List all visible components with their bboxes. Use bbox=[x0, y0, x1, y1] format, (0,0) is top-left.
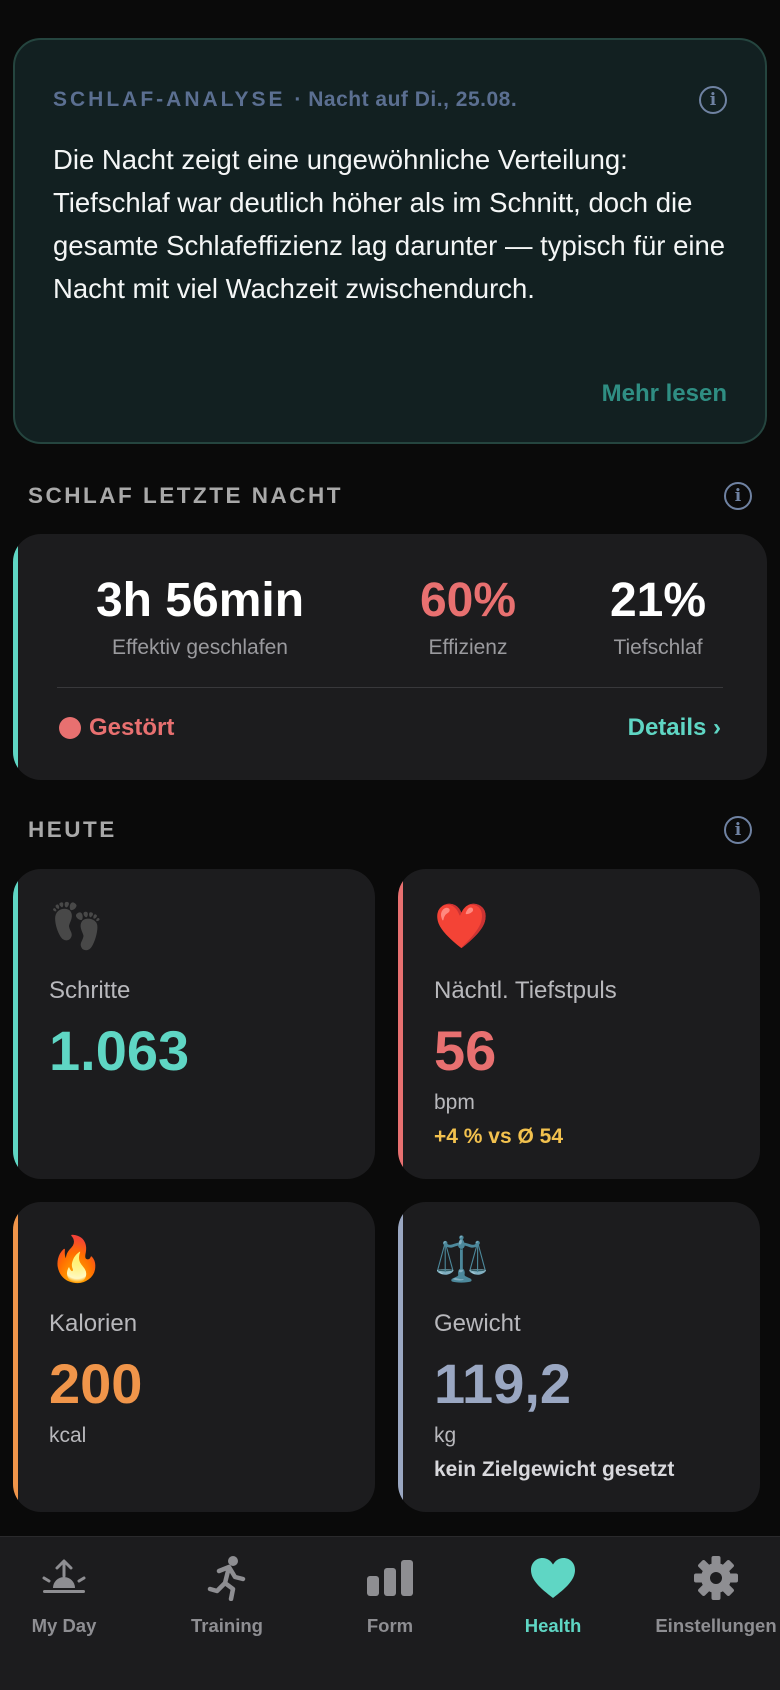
sleep-stats: 3h 56min Effektiv geschlafen 60% Effizie… bbox=[53, 574, 727, 664]
info-icon[interactable]: i bbox=[724, 482, 752, 510]
tab-label: Training bbox=[191, 1615, 263, 1636]
sleep-status: Gestört bbox=[59, 714, 174, 742]
read-more-link[interactable]: Mehr lesen bbox=[602, 380, 727, 408]
divider bbox=[57, 687, 723, 688]
tile-label: Gewicht bbox=[434, 1310, 521, 1337]
scales-icon: ⚖️ bbox=[434, 1235, 489, 1284]
tile-label: Nächtl. Tiefstpuls bbox=[434, 977, 617, 1004]
analysis-title: SCHLAF-ANALYSE · Nacht auf Di., 25.08. bbox=[53, 88, 517, 112]
sleep-summary-card[interactable]: 3h 56min Effektiv geschlafen 60% Effizie… bbox=[13, 534, 767, 780]
info-icon[interactable]: i bbox=[699, 86, 727, 114]
details-link[interactable]: Details › bbox=[628, 714, 721, 742]
heart-icon bbox=[475, 1553, 631, 1603]
sleep-section-header: SCHLAF LETZTE NACHT i bbox=[28, 482, 752, 510]
stat-label: Effizienz bbox=[428, 636, 508, 659]
stat-value: 60% bbox=[419, 574, 517, 627]
stat-value: 21% bbox=[609, 574, 707, 627]
accent-stripe bbox=[13, 534, 18, 780]
tab-label: Einstellungen bbox=[655, 1615, 777, 1636]
analysis-date: · Nacht auf Di., 25.08. bbox=[294, 88, 518, 111]
tab-label: Form bbox=[366, 1615, 414, 1636]
tile-value: 56 bbox=[434, 1019, 497, 1082]
info-icon[interactable]: i bbox=[724, 816, 752, 844]
tile-steps[interactable]: 👣 Schritte 1.063 bbox=[13, 869, 375, 1179]
tab-form[interactable]: Form bbox=[312, 1553, 468, 1637]
tile-label: Kalorien bbox=[49, 1310, 138, 1337]
analysis-header: SCHLAF-ANALYSE · Nacht auf Di., 25.08. i bbox=[53, 86, 727, 114]
analysis-title-label: SCHLAF-ANALYSE bbox=[53, 88, 286, 111]
stat-value: 3h 56min bbox=[95, 574, 305, 627]
tile-label: Schritte bbox=[49, 977, 131, 1004]
tile-note: +4 % vs Ø 54 bbox=[434, 1125, 564, 1148]
sunrise-icon bbox=[0, 1553, 142, 1603]
today-section-header: HEUTE i bbox=[28, 816, 752, 844]
stat-efficiency: 60% Effizienz bbox=[393, 574, 543, 660]
tab-my-day[interactable]: My Day bbox=[0, 1553, 142, 1637]
tab-settings[interactable]: Einstellungen bbox=[638, 1553, 780, 1637]
tile-calories[interactable]: 🔥 Kalorien 200 kcal bbox=[13, 1202, 375, 1512]
sleep-analysis-card[interactable]: SCHLAF-ANALYSE · Nacht auf Di., 25.08. i… bbox=[13, 38, 767, 444]
tile-value: 1.063 bbox=[49, 1019, 190, 1082]
accent-stripe bbox=[398, 1202, 403, 1512]
tab-training[interactable]: Training bbox=[149, 1553, 305, 1637]
accent-stripe bbox=[398, 869, 403, 1179]
fire-icon: 🔥 bbox=[49, 1235, 104, 1284]
tile-weight[interactable]: ⚖️ Gewicht 119,2 kg kein Zielgewicht ges… bbox=[398, 1202, 760, 1512]
gear-icon bbox=[638, 1553, 780, 1603]
today-section-title: HEUTE bbox=[28, 817, 117, 842]
tab-label: My Day bbox=[31, 1615, 97, 1636]
tab-bar: My Day Training Form Health Einstellunge… bbox=[0, 1536, 780, 1690]
runner-icon bbox=[149, 1553, 305, 1603]
tab-label: Health bbox=[524, 1615, 582, 1636]
tile-value: 119,2 bbox=[434, 1352, 572, 1415]
tile-value: 200 bbox=[49, 1352, 143, 1415]
bar-chart-icon bbox=[312, 1553, 468, 1603]
stat-effective-sleep: 3h 56min Effektiv geschlafen bbox=[65, 574, 335, 660]
tile-resting-pulse[interactable]: ❤️ Nächtl. Tiefstpuls 56 bpm +4 % vs Ø 5… bbox=[398, 869, 760, 1179]
accent-stripe bbox=[13, 869, 18, 1179]
tile-unit: kg bbox=[434, 1424, 457, 1447]
tile-unit: kcal bbox=[49, 1424, 87, 1447]
analysis-text: Die Nacht zeigt eine ungewöhnliche Verte… bbox=[53, 144, 726, 304]
stat-deep-sleep: 21% Tiefschlaf bbox=[583, 574, 733, 660]
tab-health[interactable]: Health bbox=[475, 1553, 631, 1637]
heart-icon: ❤️ bbox=[434, 902, 489, 951]
status-text: Gestört bbox=[89, 714, 175, 741]
accent-stripe bbox=[13, 1202, 18, 1512]
footprints-icon: 👣 bbox=[49, 902, 104, 951]
sleep-section-title: SCHLAF LETZTE NACHT bbox=[28, 483, 343, 508]
tile-unit: bpm bbox=[434, 1091, 475, 1114]
stat-label: Tiefschlaf bbox=[613, 636, 703, 659]
tile-note: kein Zielgewicht gesetzt bbox=[434, 1458, 675, 1481]
status-dot-icon bbox=[59, 717, 81, 739]
stat-label: Effektiv geschlafen bbox=[112, 636, 288, 659]
